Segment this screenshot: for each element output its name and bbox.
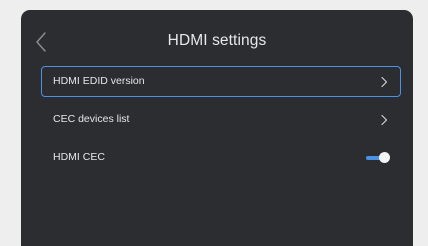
menu-item-label: HDMI CEC	[53, 151, 105, 163]
chevron-right-icon	[380, 114, 388, 126]
settings-menu: HDMI EDID version CEC devices list HDMI …	[41, 66, 401, 180]
menu-item-cec-devices-list[interactable]: CEC devices list	[41, 104, 401, 135]
hdmi-cec-toggle[interactable]	[366, 152, 390, 164]
menu-item-label: CEC devices list	[53, 113, 130, 125]
tv-settings-screen: HDMI settings HDMI EDID version CEC devi…	[21, 10, 413, 246]
page-title: HDMI settings	[167, 32, 267, 49]
chevron-right-icon	[380, 76, 388, 88]
menu-item-hdmi-edid-version[interactable]: HDMI EDID version	[41, 66, 401, 97]
menu-item-label: HDMI EDID version	[53, 75, 145, 87]
header: HDMI settings	[21, 10, 413, 72]
menu-item-hdmi-cec[interactable]: HDMI CEC	[41, 142, 401, 173]
toggle-knob	[379, 152, 390, 163]
